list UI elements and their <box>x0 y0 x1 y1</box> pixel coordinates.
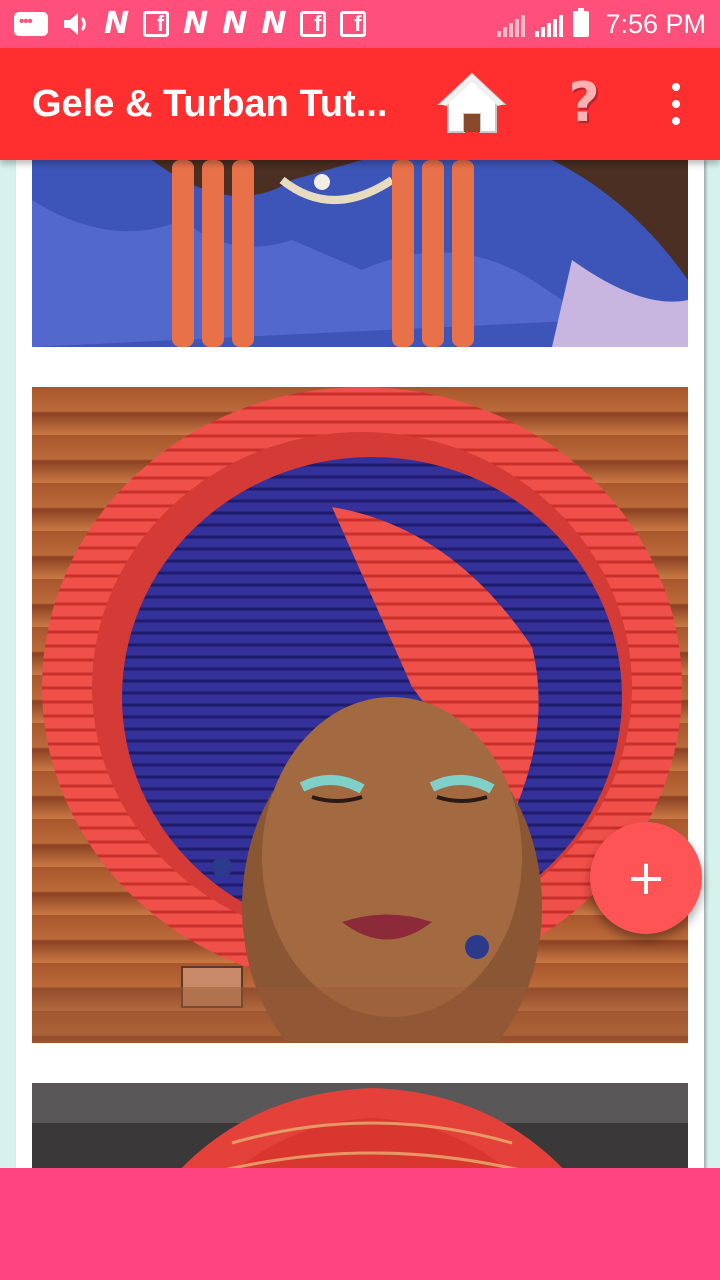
gallery-image-2-art <box>32 387 688 1043</box>
gallery-image-1-art <box>32 160 688 347</box>
n-icon: N <box>222 6 248 41</box>
message-icon <box>14 9 48 39</box>
signal-icon <box>497 11 526 37</box>
battery-icon <box>573 8 590 37</box>
gallery-image-2[interactable] <box>32 387 688 1043</box>
n-icon: N <box>104 6 130 41</box>
add-button[interactable]: + <box>590 822 702 934</box>
volume-icon <box>62 9 90 39</box>
facebook-icon: f <box>340 9 367 39</box>
more-options-button[interactable] <box>660 78 692 130</box>
app-bar: Gele & Turban Tut... ? <box>0 48 720 160</box>
n-icon: N <box>183 6 209 41</box>
more-vert-icon <box>672 82 680 91</box>
app-title: Gele & Turban Tut... <box>32 82 388 125</box>
help-button[interactable]: ? <box>560 70 608 136</box>
n-icon: N <box>261 6 287 41</box>
signal-icon <box>535 11 564 37</box>
clock: 7:56 PM <box>605 8 706 39</box>
gallery-image-3-art <box>32 1083 688 1170</box>
screen: N f N N N f f 7:56 PM Gele & Turban Tut.… <box>0 0 720 1280</box>
notification-icons: N f N N N f f <box>14 6 367 41</box>
status-bar: N f N N N f f 7:56 PM <box>0 0 720 48</box>
help-icon: ? <box>568 71 600 134</box>
add-icon: + <box>625 850 667 906</box>
bottom-banner <box>0 1168 720 1280</box>
home-button[interactable] <box>436 70 508 136</box>
home-icon <box>437 72 507 133</box>
facebook-icon: f <box>143 9 170 39</box>
system-icons: 7:56 PM <box>497 8 706 40</box>
facebook-icon: f <box>300 9 327 39</box>
gallery-image-1[interactable] <box>32 160 688 347</box>
gallery-image-3[interactable] <box>32 1083 688 1170</box>
gallery-list[interactable] <box>16 160 704 1170</box>
